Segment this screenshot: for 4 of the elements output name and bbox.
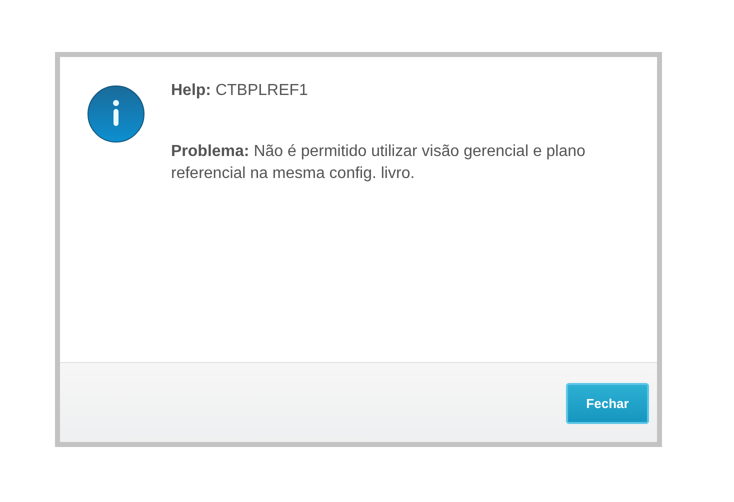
- close-button[interactable]: Fechar: [566, 383, 649, 424]
- problem-message: Problema: Não é permitido utilizar visão gerencial e plano referencial na mesma config. livro.: [171, 142, 586, 184]
- info-icon: [87, 85, 145, 143]
- help-code-text: Help: CTBPLREF1: [171, 81, 309, 101]
